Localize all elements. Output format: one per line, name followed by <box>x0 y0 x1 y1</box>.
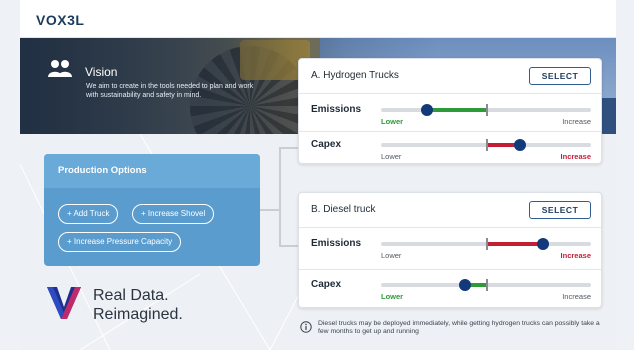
metric-label: Emissions <box>311 238 362 249</box>
increase-shovel-button[interactable]: + Increase Shovel <box>132 204 215 224</box>
slider-knob[interactable] <box>421 104 434 116</box>
card-divider <box>299 93 601 94</box>
people-icon <box>48 60 72 77</box>
slider-right-label: Increase <box>560 251 591 260</box>
top-bar: VOX3L <box>20 0 616 38</box>
production-options-header: Production Options <box>44 154 260 188</box>
tagline-line-2: Reimagined. <box>93 306 183 323</box>
production-options-title: Production Options <box>58 165 147 176</box>
slider-knob[interactable] <box>536 238 549 250</box>
slider-knob[interactable] <box>459 279 471 291</box>
slider-fill <box>427 108 486 112</box>
card-divider <box>299 131 601 132</box>
slider-baseline-marker <box>486 104 488 116</box>
slider-left-label: Lower <box>381 117 404 126</box>
card-divider <box>299 227 601 228</box>
deployment-note: Diesel trucks may be deployed immediatel… <box>318 320 600 335</box>
brand-logo[interactable]: VOX3L <box>36 12 84 28</box>
option-b-title: B. Diesel truck <box>311 204 376 215</box>
brand-v-logo-icon <box>47 287 81 319</box>
slider-right-label: Increase <box>560 152 591 161</box>
vision-title: Vision <box>85 65 118 79</box>
info-icon <box>300 321 312 333</box>
main-content: Vision We aim to create in the tools nee… <box>20 38 616 350</box>
slider-baseline-marker <box>486 238 488 250</box>
select-hydrogen-button[interactable]: SELECT <box>529 67 591 85</box>
vision-text: We aim to create in the tools needed to … <box>86 83 254 99</box>
slider-baseline-marker <box>486 139 488 151</box>
capex-slider[interactable] <box>381 279 591 291</box>
tagline-line-1: Real Data. <box>93 287 169 304</box>
select-diesel-button[interactable]: SELECT <box>529 201 591 219</box>
metric-label: Capex <box>311 279 342 290</box>
emissions-slider[interactable] <box>381 238 591 250</box>
option-card-diesel: B. Diesel truck SELECT Emissions Lower I… <box>298 192 602 308</box>
card-divider <box>299 269 601 270</box>
metric-label: Capex <box>311 139 342 150</box>
production-options-panel: Production Options + Add Truck + Increas… <box>44 154 260 266</box>
slider-fill <box>486 242 543 246</box>
app-page: VOX3L Vision We aim to create in the too… <box>0 0 634 350</box>
slider-left-label: Lower <box>381 251 402 260</box>
increase-pressure-capacity-button[interactable]: + Increase Pressure Capacity <box>58 232 182 252</box>
slider-knob[interactable] <box>513 139 526 151</box>
add-truck-button[interactable]: + Add Truck <box>58 204 119 224</box>
metric-label: Emissions <box>311 104 362 115</box>
slider-right-label: Increase <box>562 292 591 301</box>
tagline: Real Data. Reimagined. <box>93 286 183 324</box>
slider-right-label: Increase <box>562 117 591 126</box>
slider-left-label: Lower <box>381 152 402 161</box>
emissions-slider[interactable] <box>381 104 591 116</box>
slider-left-label: Lower <box>381 292 404 301</box>
option-a-title: A. Hydrogen Trucks <box>311 70 399 81</box>
capex-slider[interactable] <box>381 139 591 151</box>
option-card-hydrogen: A. Hydrogen Trucks SELECT Emissions Lowe… <box>298 58 602 164</box>
slider-baseline-marker <box>486 279 488 291</box>
